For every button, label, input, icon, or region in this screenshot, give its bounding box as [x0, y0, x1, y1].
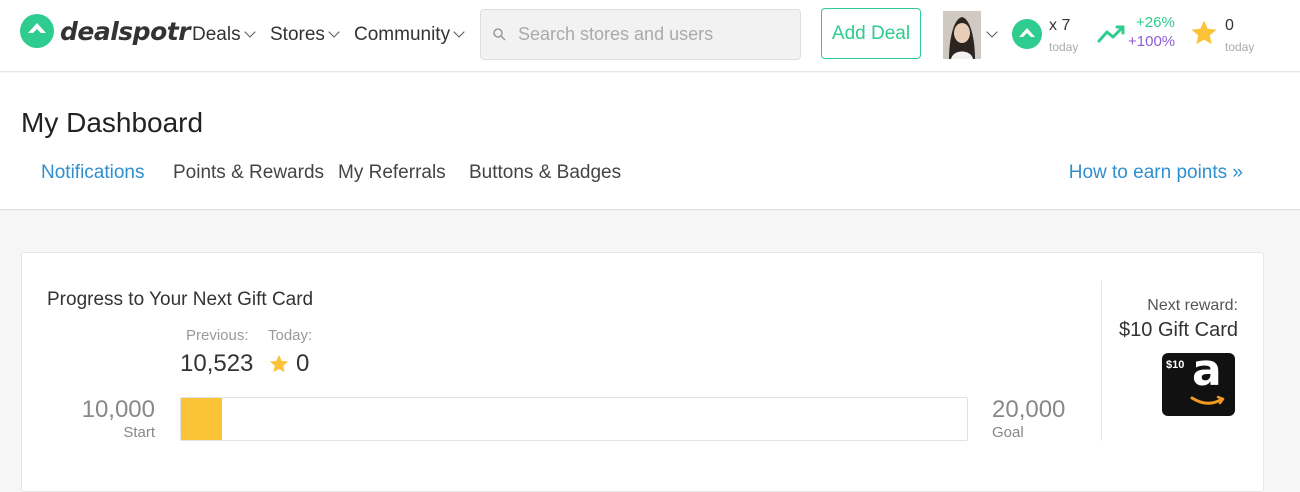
- today-points-value: 0: [296, 350, 310, 377]
- gift-card-amount: $10: [1166, 359, 1185, 371]
- nav-stores[interactable]: Stores: [270, 24, 340, 46]
- logo-wordmark: dealspotr: [60, 16, 191, 46]
- dashboard-header: My Dashboard Notifications Points & Rewa…: [0, 73, 1300, 210]
- progress-bar: [180, 397, 968, 441]
- previous-points-value: 10,523: [180, 350, 254, 377]
- dealspotr-logo[interactable]: dealspotr: [20, 14, 191, 48]
- nav-deals[interactable]: Deals: [192, 24, 256, 46]
- top-navigation-bar: dealspotr Deals Stores Community Add Dea…: [0, 0, 1300, 72]
- upvotes-period: today: [1049, 40, 1079, 54]
- card-divider: [1101, 281, 1102, 441]
- today-label: Today:: [268, 327, 313, 344]
- amazon-smile-icon: [1190, 395, 1226, 414]
- goal-label: Goal: [992, 424, 1024, 441]
- chevron-down-icon: [328, 26, 340, 38]
- gift-card-letter: a: [1192, 345, 1222, 396]
- progress-bar-fill: [181, 398, 223, 440]
- star-icon: [1189, 18, 1219, 53]
- user-avatar[interactable]: [943, 11, 981, 59]
- amazon-gift-card-image: $10 a: [1162, 345, 1235, 416]
- nav-community-label: Community: [354, 24, 451, 45]
- page-title: My Dashboard: [21, 107, 204, 138]
- trend-percent-top: +26%: [1136, 14, 1175, 31]
- tab-buttons-badges[interactable]: Buttons & Badges: [469, 162, 621, 184]
- previous-label: Previous:: [186, 327, 249, 344]
- tab-points-rewards[interactable]: Points & Rewards: [173, 162, 324, 184]
- today-points: 0: [268, 350, 309, 378]
- upvotes-count: x 7: [1049, 17, 1071, 34]
- nav-deals-label: Deals: [192, 24, 241, 45]
- chevron-down-icon: [243, 26, 256, 38]
- next-reward-label: Next reward:: [1147, 297, 1238, 314]
- search-box: [480, 9, 801, 60]
- star-icon: [268, 353, 290, 375]
- chevron-down-icon: [453, 26, 465, 38]
- goal-points-value: 20,000: [992, 396, 1066, 423]
- points-count: 0: [1225, 17, 1234, 34]
- search-icon: [493, 28, 506, 41]
- chevron-down-icon[interactable]: [986, 26, 998, 38]
- add-deal-button[interactable]: Add Deal: [821, 8, 921, 59]
- next-reward-name: $10 Gift Card: [1119, 319, 1238, 341]
- start-points-value: 10,000: [81, 396, 155, 423]
- how-to-earn-points-link[interactable]: How to earn points »: [1069, 162, 1243, 184]
- logo-mark-icon: [20, 14, 54, 48]
- tab-my-referrals[interactable]: My Referrals: [338, 162, 446, 184]
- trend-percent-bottom: +100%: [1128, 33, 1176, 50]
- nav-stores-label: Stores: [270, 24, 325, 45]
- gift-card-progress-card: Progress to Your Next Gift Card Previous…: [21, 252, 1264, 492]
- search-input[interactable]: [518, 24, 778, 45]
- nav-community[interactable]: Community: [354, 24, 465, 46]
- points-period: today: [1225, 40, 1255, 54]
- upvote-icon: [1012, 19, 1042, 49]
- trend-icon: [1097, 24, 1127, 49]
- progress-title: Progress to Your Next Gift Card: [47, 289, 314, 310]
- start-label: Start: [123, 424, 155, 441]
- tab-notifications[interactable]: Notifications: [41, 162, 145, 184]
